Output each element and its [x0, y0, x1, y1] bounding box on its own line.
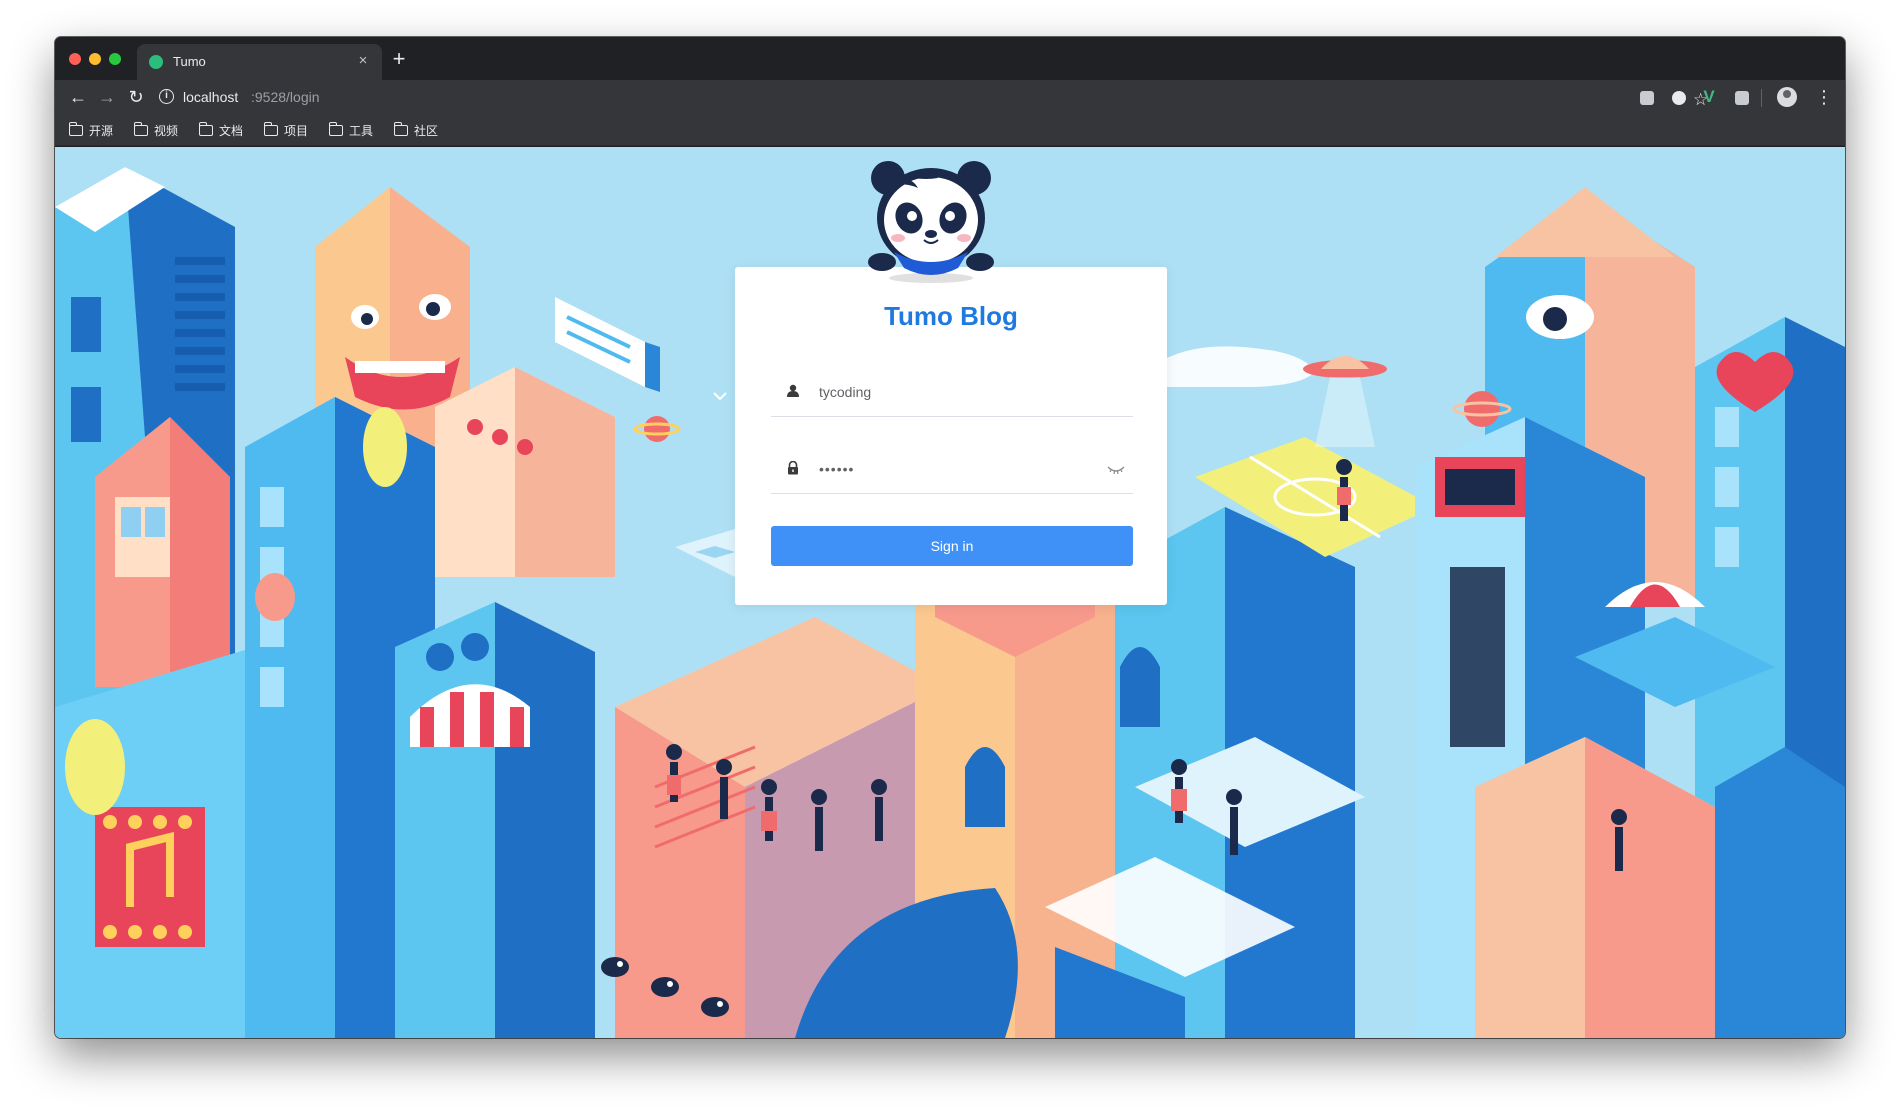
tab-strip: Tumo × + [55, 37, 1845, 80]
folder-icon [263, 121, 278, 136]
bookmark-label: 文档 [219, 123, 244, 138]
close-window-button[interactable] [69, 53, 81, 65]
bookmark-label: 视频 [154, 123, 179, 138]
tab-close-icon[interactable]: × [354, 52, 372, 70]
url-path: :9528/login [251, 89, 320, 105]
tab-tumo[interactable]: Tumo × [137, 44, 382, 80]
bookmark-folder[interactable]: 项目 [263, 120, 309, 140]
browser-toolbar: ← → ↻ i localhost :9528/login ☆ V ⋮ [55, 80, 1845, 114]
bookmark-label: 项目 [284, 123, 309, 138]
lock-icon [788, 461, 798, 475]
site-info-icon[interactable]: i [159, 89, 174, 104]
password-field[interactable] [771, 444, 1133, 494]
reload-icon[interactable]: ↻ [125, 86, 147, 108]
new-tab-button[interactable]: + [387, 47, 411, 71]
folder-icon [133, 121, 148, 136]
minimize-window-button[interactable] [89, 53, 101, 65]
maximize-window-button[interactable] [109, 53, 121, 65]
bookmark-folder[interactable]: 开源 [68, 120, 114, 140]
address-bar[interactable]: i localhost :9528/login ☆ [155, 84, 1708, 110]
url-host: localhost [183, 89, 239, 105]
bookmark-folder[interactable]: 文档 [198, 120, 244, 140]
bookmark-label: 社区 [414, 123, 439, 138]
folder-icon [68, 121, 83, 136]
bookmark-folder[interactable]: 视频 [133, 120, 179, 140]
username-field[interactable] [771, 367, 1133, 417]
eye-closed-icon[interactable] [1107, 462, 1125, 476]
sign-in-button[interactable]: Sign in [771, 526, 1133, 566]
chevron-down-icon [713, 392, 727, 400]
page-title: Tumo Blog [884, 301, 1018, 331]
bookmarks-bar: 开源 视频 文档 项目 工具 社区 [55, 114, 1845, 146]
user-icon [787, 384, 799, 397]
folder-icon [198, 121, 213, 136]
toolbar-divider [1761, 89, 1762, 107]
username-input[interactable] [819, 381, 1099, 403]
login-card: Tumo Blog tycoding •••••• Sign in [735, 267, 1167, 605]
profile-avatar-icon[interactable] [1777, 87, 1797, 107]
forward-arrow-icon[interactable]: → [96, 86, 118, 108]
tab-title: Tumo [173, 54, 206, 69]
extension-icon[interactable] [1735, 91, 1749, 105]
bookmark-label: 开源 [89, 123, 114, 138]
extension-icon[interactable] [1672, 91, 1686, 105]
extension-icon[interactable] [1640, 91, 1654, 105]
browser-menu-icon[interactable]: ⋮ [1815, 86, 1833, 108]
folder-icon [393, 121, 408, 136]
folder-icon [328, 121, 343, 136]
back-arrow-icon[interactable]: ← [67, 86, 89, 108]
bookmark-label: 工具 [349, 123, 374, 138]
panda-logo-icon [868, 161, 994, 283]
page-viewport: Tumo Blog tycoding •••••• Sign in [55, 147, 1845, 1038]
password-input[interactable] [819, 458, 1099, 480]
tab-favicon-icon [149, 55, 163, 69]
browser-window: Tumo × + ← → ↻ i localhost :9528/login ☆… [55, 37, 1845, 1038]
bookmark-folder[interactable]: 社区 [393, 120, 439, 140]
vue-devtools-icon[interactable]: V [1700, 88, 1718, 106]
bookmark-folder[interactable]: 工具 [328, 120, 374, 140]
